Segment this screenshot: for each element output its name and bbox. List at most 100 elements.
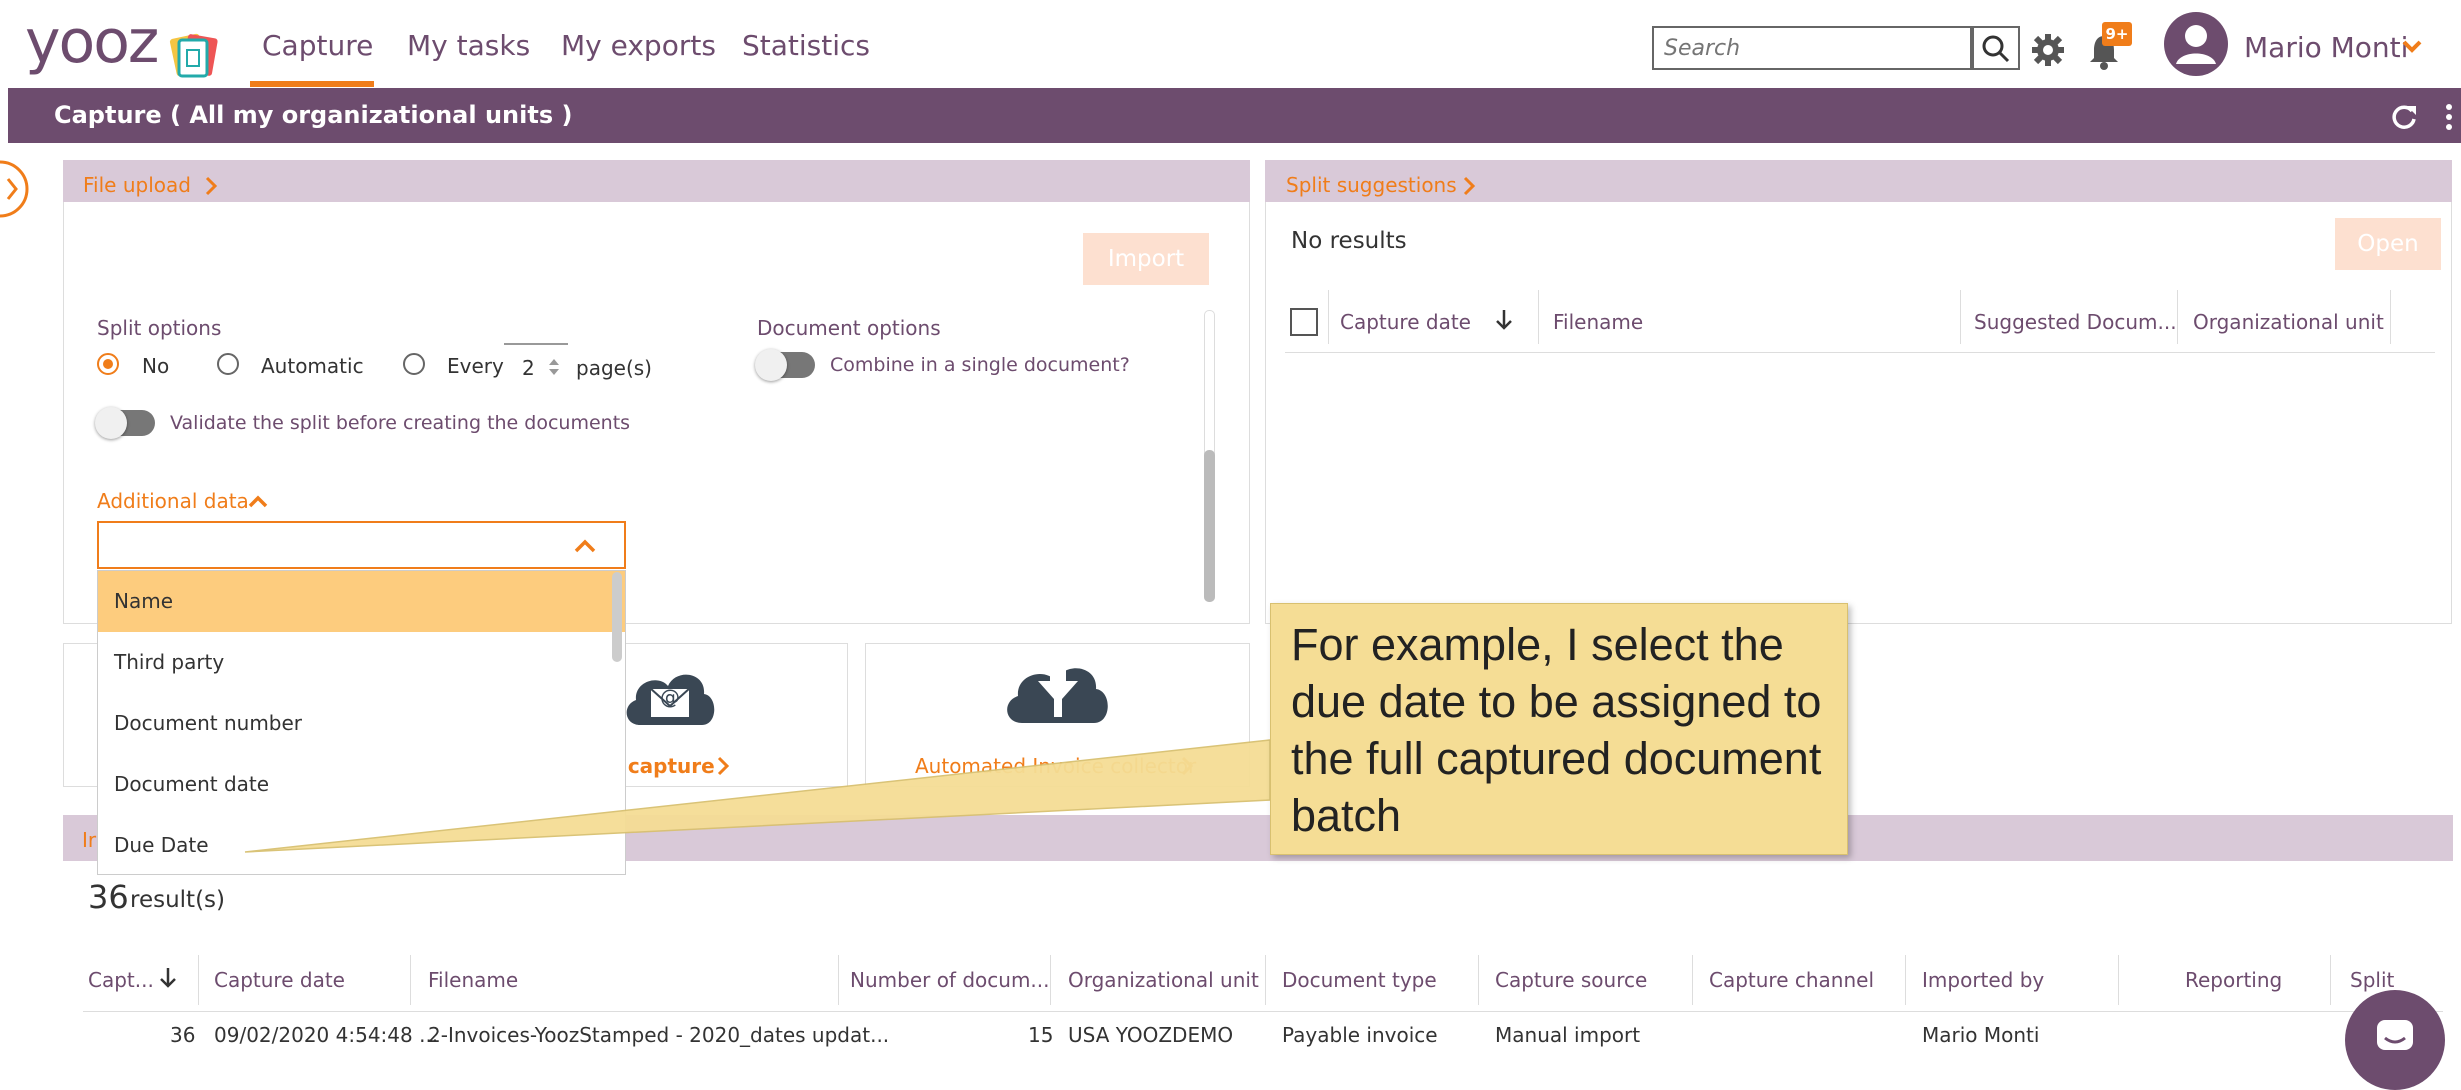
user-name[interactable]: Mario Monti bbox=[2244, 28, 2408, 68]
active-tab-indicator bbox=[250, 81, 374, 87]
open-button[interactable]: Open bbox=[2335, 218, 2441, 270]
column-header-filename[interactable]: Filename bbox=[1553, 309, 1643, 335]
column-separator bbox=[1265, 955, 1266, 1005]
column-header-number-of-documents[interactable]: Number of docum... bbox=[850, 966, 1050, 994]
column-header-capture-source[interactable]: Capture source bbox=[1495, 966, 1647, 994]
column-header-imported-by[interactable]: Imported by bbox=[1922, 966, 2044, 994]
split-every-radio[interactable] bbox=[403, 353, 425, 375]
logo-cards-icon bbox=[169, 33, 218, 78]
combine-document-label: Combine in a single document? bbox=[830, 354, 1130, 376]
table-header-divider bbox=[83, 1011, 2443, 1012]
column-separator bbox=[1960, 290, 1961, 344]
row-filename[interactable]: 2-Invoices-YoozStamped - 2020_dates upda… bbox=[428, 1021, 889, 1049]
dropdown-option-document-date[interactable]: Document date bbox=[98, 754, 625, 815]
pages-stepper-value: 2 bbox=[522, 356, 535, 380]
dropdown-scrollbar[interactable] bbox=[612, 572, 622, 662]
tab-my-tasks[interactable]: My tasks bbox=[407, 26, 530, 66]
split-no-label: No bbox=[142, 354, 170, 378]
select-all-checkbox[interactable] bbox=[1290, 308, 1318, 336]
dropdown-option-third-party[interactable]: Third party bbox=[98, 632, 625, 693]
additional-data-label[interactable]: Additional data bbox=[97, 487, 249, 515]
pages-suffix-label: page(s) bbox=[576, 356, 652, 380]
dropdown-option-document-number[interactable]: Document number bbox=[98, 693, 625, 754]
sort-arrow-down-icon[interactable] bbox=[1494, 308, 1514, 332]
expand-sidebar-handle[interactable] bbox=[0, 160, 34, 218]
email-capture-label[interactable]: l capture bbox=[614, 752, 715, 780]
automated-invoice-collector-label[interactable]: Automated Invoice collector bbox=[915, 752, 1196, 780]
column-separator bbox=[1538, 290, 1539, 344]
avatar[interactable] bbox=[2164, 12, 2228, 76]
chevron-right-icon[interactable] bbox=[716, 756, 730, 776]
file-upload-title[interactable]: File upload bbox=[83, 170, 191, 200]
tab-capture[interactable]: Capture bbox=[262, 26, 373, 66]
column-header-document-type[interactable]: Document type bbox=[1282, 966, 1437, 994]
tutorial-callout: For example, I select the due date to be… bbox=[1270, 603, 1848, 855]
refresh-icon[interactable] bbox=[2390, 103, 2418, 131]
sort-arrow-down-icon[interactable] bbox=[158, 966, 178, 990]
search-icon bbox=[1982, 35, 2010, 63]
chevron-down-icon[interactable] bbox=[2402, 40, 2422, 54]
split-options-label: Split options bbox=[97, 316, 222, 340]
more-vertical-icon[interactable] bbox=[2444, 102, 2454, 132]
column-header-capture-number[interactable]: Capt... bbox=[88, 966, 154, 994]
email-cloud-icon: @ bbox=[626, 674, 715, 725]
yooz-logo[interactable]: yooz bbox=[25, 12, 159, 72]
column-separator bbox=[838, 955, 839, 1005]
additional-data-select[interactable] bbox=[97, 521, 626, 569]
row-organizational-unit: USA YOOZDEMO bbox=[1068, 1023, 1234, 1047]
additional-data-dropdown: Name Third party Document number Documen… bbox=[97, 570, 626, 875]
imports-title-fragment[interactable]: Ir bbox=[82, 826, 96, 854]
column-header-capture-date[interactable]: Capture date bbox=[1340, 309, 1471, 335]
split-suggestions-title[interactable]: Split suggestions bbox=[1286, 170, 1457, 200]
row-number-of-documents: 15 bbox=[1028, 1023, 1054, 1047]
combine-document-toggle[interactable] bbox=[755, 349, 815, 381]
chevron-right-icon[interactable] bbox=[204, 176, 218, 196]
split-automatic-radio[interactable] bbox=[217, 353, 239, 375]
dropdown-option-name[interactable]: Name bbox=[98, 571, 625, 632]
tab-my-exports[interactable]: My exports bbox=[561, 26, 716, 66]
chevron-up-icon[interactable] bbox=[248, 494, 268, 508]
no-results-text: No results bbox=[1291, 228, 1407, 254]
column-header-capture-date[interactable]: Capture date bbox=[214, 966, 345, 994]
tab-statistics[interactable]: Statistics bbox=[742, 26, 870, 66]
column-separator bbox=[410, 955, 411, 1005]
panel-scrollbar-thumb[interactable] bbox=[1204, 450, 1215, 602]
select-chevron-up-icon[interactable] bbox=[574, 538, 596, 554]
column-header-filename[interactable]: Filename bbox=[428, 966, 518, 994]
chevron-right-icon[interactable] bbox=[1180, 756, 1194, 776]
dropdown-option-due-date[interactable]: Due Date bbox=[98, 815, 625, 874]
validate-split-toggle[interactable] bbox=[95, 407, 155, 439]
split-no-radio[interactable] bbox=[97, 353, 119, 375]
import-button[interactable]: Import bbox=[1083, 233, 1209, 285]
column-header-capture-channel[interactable]: Capture channel bbox=[1709, 966, 1874, 994]
document-options-label: Document options bbox=[757, 316, 941, 340]
column-header-organizational-unit[interactable]: Organizational unit bbox=[1068, 966, 1259, 994]
column-header-suggested-document[interactable]: Suggested Docum... bbox=[1974, 309, 2177, 335]
search-button[interactable] bbox=[1972, 26, 2020, 70]
column-separator bbox=[2177, 290, 2178, 344]
page-title: Capture ( All my organizational units ) bbox=[54, 101, 573, 129]
column-separator bbox=[1328, 290, 1329, 344]
split-suggestions-panel bbox=[1265, 160, 2452, 624]
result-count-suffix: result(s) bbox=[130, 887, 225, 913]
search-input[interactable] bbox=[1654, 28, 1974, 68]
column-header-organizational-unit[interactable]: Organizational unit bbox=[2193, 309, 2384, 335]
column-header-reporting[interactable]: Reporting bbox=[2185, 966, 2282, 994]
column-separator bbox=[2118, 955, 2119, 1005]
chat-icon bbox=[2377, 1020, 2413, 1050]
column-separator bbox=[2390, 290, 2391, 344]
header-divider bbox=[1285, 352, 2435, 353]
gear-icon[interactable] bbox=[2030, 32, 2066, 68]
stepper-arrows-icon[interactable] bbox=[548, 357, 560, 377]
row-imported-by: Mario Monti bbox=[1922, 1023, 2040, 1047]
result-count: 36 bbox=[88, 878, 129, 916]
column-separator bbox=[1905, 955, 1906, 1005]
chevron-right-icon[interactable] bbox=[1462, 176, 1476, 196]
split-every-label: Every bbox=[447, 354, 504, 378]
file-upload-header bbox=[63, 160, 1250, 202]
search-box bbox=[1652, 26, 1974, 70]
row-capture-number: 36 bbox=[170, 1023, 196, 1047]
callout-text: For example, I select the due date to be… bbox=[1291, 619, 1822, 841]
column-separator bbox=[1050, 955, 1051, 1005]
svg-text:@: @ bbox=[660, 685, 680, 709]
